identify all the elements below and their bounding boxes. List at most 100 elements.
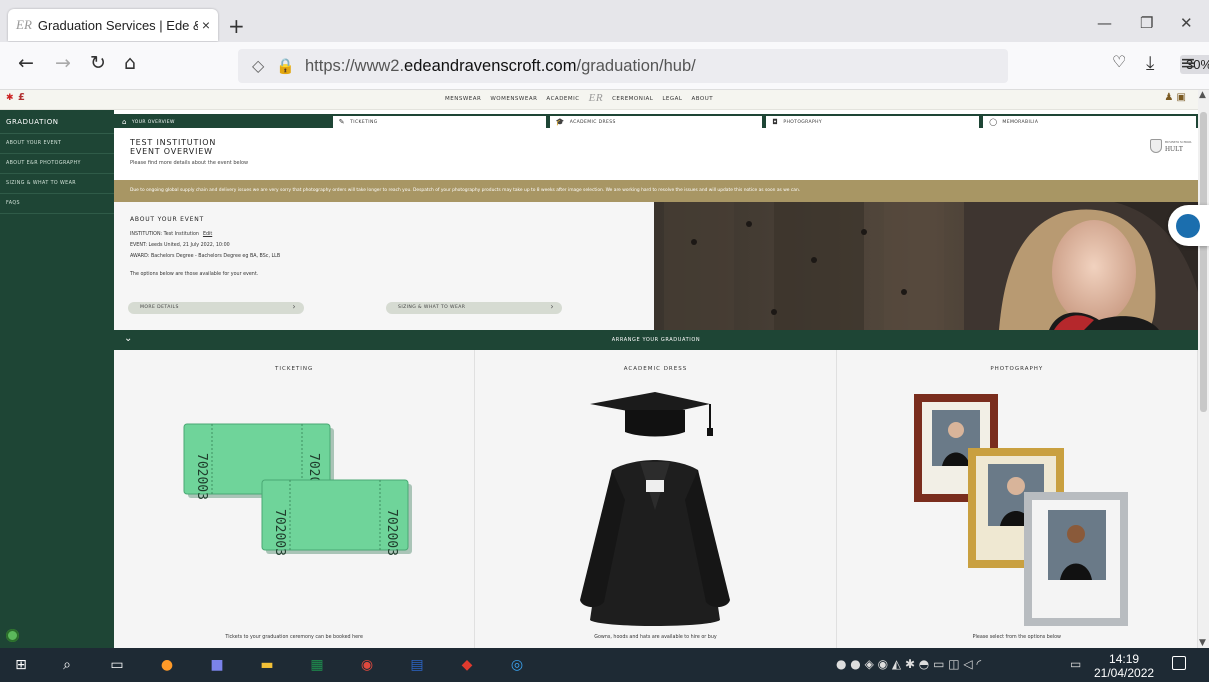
- menu-icon[interactable]: ≡: [1180, 52, 1196, 74]
- back-icon[interactable]: ←: [18, 52, 34, 74]
- photography-caption: Please select from the options below: [972, 635, 1061, 640]
- chrome-icon[interactable]: ◉: [356, 654, 378, 676]
- windows-start-icon[interactable]: ⊞: [10, 654, 32, 676]
- photography-card[interactable]: PHOTOGRAPHY Please select from the optio…: [836, 350, 1198, 648]
- ticket-icon: ✎: [338, 118, 346, 126]
- keyboard-icon[interactable]: ▭: [1070, 657, 1081, 671]
- academic-dress-title: ACADEMIC DRESS: [623, 366, 688, 372]
- notification-icon[interactable]: [1172, 656, 1186, 670]
- restore-icon[interactable]: ❐: [1140, 14, 1153, 32]
- page-scrollbar[interactable]: ▲ ▼: [1198, 90, 1209, 648]
- tab-close-button[interactable]: ×: [202, 17, 210, 33]
- page-title: TEST INSTITUTION EVENT OVERVIEW: [130, 138, 217, 156]
- chevron-right-icon: ›: [292, 302, 296, 311]
- acrobat-icon[interactable]: ◆: [456, 654, 478, 676]
- institution-logo: BUSINESS SCHOOL HULT: [1150, 136, 1192, 156]
- app-icon[interactable]: ◎: [506, 654, 528, 676]
- mortarboard-icon: 🎓: [555, 118, 565, 126]
- forward-icon[interactable]: →: [55, 52, 71, 74]
- more-details-button[interactable]: MORE DETAILS ›: [128, 302, 304, 314]
- lock-icon[interactable]: 🔒: [276, 57, 295, 75]
- firefox-icon[interactable]: ●: [156, 654, 178, 676]
- nav-womenswear[interactable]: WOMENSWEAR: [490, 96, 537, 104]
- browser-tab-strip: ER Graduation Services | Ede & Rav × + —…: [0, 0, 1209, 42]
- sidebar-heading[interactable]: GRADUATION: [0, 110, 114, 134]
- uk-flag-icon[interactable]: ✱: [6, 93, 14, 103]
- account-bag-icons[interactable]: ♟ ▣: [1164, 92, 1186, 103]
- tab-academic-dress[interactable]: 🎓 ACADEMIC DRESS: [547, 114, 765, 128]
- nav-about[interactable]: ABOUT: [691, 96, 713, 104]
- word-icon[interactable]: ▤: [406, 654, 428, 676]
- system-clock[interactable]: 14:19 21/04/2022: [1094, 652, 1154, 680]
- search-icon[interactable]: ⌕: [56, 654, 78, 676]
- about-title: ABOUT YOUR EVENT: [130, 216, 204, 223]
- tickets-image: 702003 702003 702003 702003: [183, 423, 412, 556]
- teams-icon[interactable]: ■: [206, 654, 228, 676]
- main-content: ⌂ YOUR OVERVIEW ✎ TICKETING 🎓 ACADEMIC DRES…: [114, 110, 1198, 648]
- chat-bubble-icon[interactable]: [1176, 214, 1200, 238]
- brand-monogram-logo[interactable]: ER: [589, 92, 603, 104]
- about-event-panel: ABOUT YOUR EVENT INSTITUTION: Test Insti…: [114, 202, 654, 330]
- tab-photography[interactable]: ◘ PHOTOGRAPHY: [764, 114, 982, 128]
- sidebar-item-photography[interactable]: ABOUT E&R PHOTOGRAPHY: [0, 154, 114, 174]
- sizing-button[interactable]: SIZING & WHAT TO WEAR ›: [386, 302, 562, 314]
- crest-icon: [1150, 139, 1162, 153]
- award-line: AWARD: Bachelors Degree - Bachelors Degr…: [130, 254, 281, 259]
- chat-widget[interactable]: [1168, 205, 1209, 246]
- scroll-down-icon[interactable]: ▼: [1199, 638, 1206, 648]
- nav-ceremonial[interactable]: CEREMONIAL: [612, 96, 653, 104]
- browser-toolbar: ← → ↻ ⌂ ◇ 🔒 https://www2.edeandravenscro…: [0, 42, 1209, 90]
- tab-title: Graduation Services | Ede & Rav: [37, 17, 198, 33]
- status-indicator-icon[interactable]: [6, 629, 19, 642]
- page-subtitle: Please find more details about the event…: [130, 160, 249, 166]
- nav-legal[interactable]: LEGAL: [662, 96, 682, 104]
- tracking-shield-icon[interactable]: ◇: [252, 56, 264, 76]
- camera-icon: ◘: [772, 118, 779, 126]
- currency-selector[interactable]: £: [18, 92, 25, 103]
- sidebar-item-about-event[interactable]: ABOUT YOUR EVENT: [0, 134, 114, 154]
- ticketing-caption: Tickets to your graduation ceremony can …: [225, 635, 363, 640]
- url-text: https://www2.edeandravenscroft.com/gradu…: [305, 56, 696, 75]
- taskbar: ⊞ ⌕ ▭ ● ■ ▬ ▦ ◉ ▤ ◆ ◎ ● ● ◈ ◉ ◭ ✱ ◓ ▭ ◫ …: [0, 648, 1209, 682]
- arrange-bar[interactable]: ⌄ ARRANGE YOUR GRADUATION: [114, 330, 1198, 350]
- notice-banner: Due to ongoing global supply chain and d…: [114, 180, 1198, 202]
- chevron-right-icon: ›: [550, 302, 554, 311]
- home-icon[interactable]: ⌂: [124, 52, 136, 74]
- edit-link[interactable]: Edit: [203, 232, 212, 237]
- content-tabs: ⌂ YOUR OVERVIEW ✎ TICKETING 🎓 ACADEMIC DRES…: [114, 114, 1198, 128]
- pocket-icon[interactable]: ♡: [1112, 52, 1126, 71]
- tab-ticketing[interactable]: ✎ TICKETING: [330, 114, 548, 128]
- ticket-number-4: 702003: [384, 509, 399, 556]
- academic-dress-card[interactable]: ACADEMIC DRESS Gowns, hoods and hats are…: [475, 350, 837, 648]
- tab-your-overview[interactable]: ⌂ YOUR OVERVIEW: [114, 114, 331, 128]
- reload-icon[interactable]: ↻: [90, 52, 106, 74]
- photo-frames-image: [913, 394, 1128, 626]
- file-explorer-icon[interactable]: ▬: [256, 654, 278, 676]
- ticketing-card[interactable]: TICKETING 702003 702003 702003 702003 Ti…: [114, 350, 476, 648]
- ticket-number-3: 702003: [272, 509, 287, 556]
- address-bar[interactable]: ◇ 🔒 https://www2.edeandravenscroft.com/g…: [238, 49, 1209, 83]
- tray-icons[interactable]: ● ● ◈ ◉ ◭ ✱ ◓ ▭ ◫ ◁ ◜: [836, 657, 981, 671]
- new-tab-button[interactable]: +: [228, 14, 245, 38]
- scroll-thumb[interactable]: [1200, 112, 1207, 412]
- photography-title: PHOTOGRAPHY: [990, 366, 1044, 372]
- browser-tab[interactable]: ER Graduation Services | Ede & Rav ×: [8, 9, 218, 41]
- site-favicon-icon: ER: [16, 17, 32, 32]
- gown-and-cap-image: [580, 392, 731, 626]
- nav-academic[interactable]: ACADEMIC: [546, 96, 579, 104]
- main-nav: MENSWEAR WOMENSWEAR ACADEMIC ER CEREMONI…: [445, 92, 713, 104]
- sidebar-item-faqs[interactable]: FAQS: [0, 194, 114, 214]
- nav-menswear[interactable]: MENSWEAR: [445, 96, 481, 104]
- scroll-up-icon[interactable]: ▲: [1199, 90, 1206, 100]
- service-columns: TICKETING 702003 702003 702003 702003 Ti…: [114, 350, 1198, 648]
- event-line: EVENT: Leeds United, 21 July 2022, 10:00: [130, 243, 230, 248]
- downloads-icon[interactable]: ⤓: [1146, 52, 1154, 74]
- excel-icon[interactable]: ▦: [306, 654, 328, 676]
- ticket-number-1: 702003: [194, 453, 209, 500]
- sidebar-item-sizing[interactable]: SIZING & WHAT TO WEAR: [0, 174, 114, 194]
- home-icon: ⌂: [122, 118, 127, 126]
- task-view-icon[interactable]: ▭: [106, 654, 128, 676]
- close-window-icon[interactable]: ✕: [1180, 14, 1193, 32]
- minimize-icon[interactable]: —: [1097, 14, 1112, 32]
- tab-memorabilia[interactable]: ◯ MEMORABILIA: [981, 114, 1198, 128]
